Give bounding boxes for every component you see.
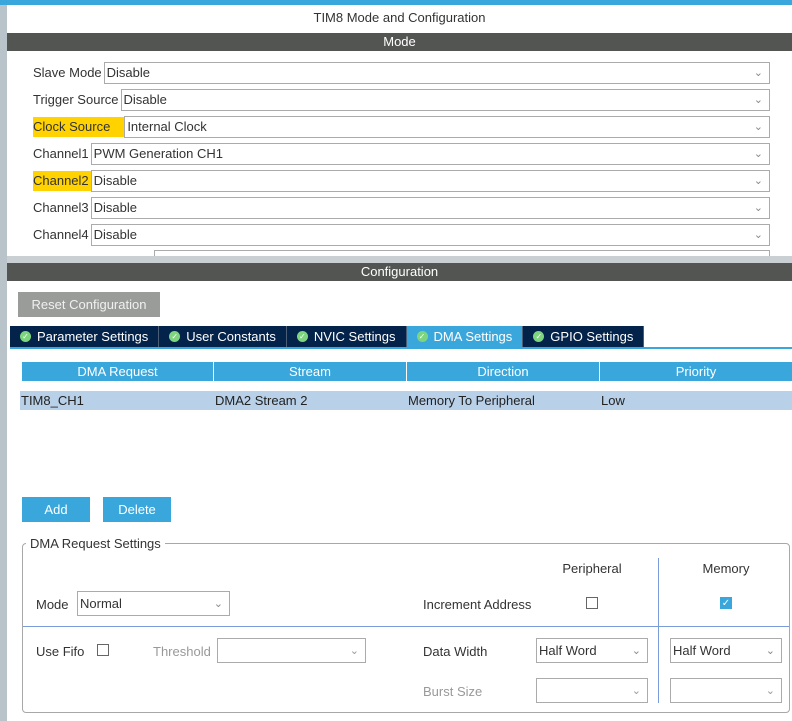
column-header[interactable]: Priority <box>600 362 792 381</box>
chevron-down-icon: ⌄ <box>631 645 641 657</box>
chevron-down-icon: ⌄ <box>753 67 763 79</box>
tab-label: NVIC Settings <box>313 329 396 344</box>
peripheral-burst-size-select[interactable]: ⌄ <box>536 678 648 703</box>
tab-nvic-settings[interactable]: ✓ NVIC Settings <box>286 326 407 347</box>
row-divider <box>23 626 789 627</box>
tab-label: DMA Settings <box>433 329 513 344</box>
threshold-select[interactable]: ⌄ <box>217 638 366 663</box>
mode-row-value: Disable <box>123 92 167 107</box>
column-header[interactable]: Direction <box>407 362 599 381</box>
mode-header: Mode <box>7 33 792 51</box>
configuration-header: Configuration <box>7 263 792 281</box>
mode-row: Channel1 PWM Generation CH1 ⌄ <box>33 143 770 165</box>
peripheral-header: Peripheral <box>562 561 622 576</box>
mode-select[interactable]: Normal ⌄ <box>77 591 230 616</box>
mode-row-value: Disable <box>93 173 138 188</box>
tab-gpio-settings[interactable]: ✓ GPIO Settings <box>523 326 645 347</box>
chevron-down-icon: ⌄ <box>753 94 763 106</box>
tab-underline <box>10 347 792 349</box>
chevron-down-icon: ⌄ <box>765 685 775 697</box>
check-circle-icon: ✓ <box>296 331 308 342</box>
burst-size-label: Burst Size <box>423 684 483 699</box>
table-cell[interactable]: TIM8_CH1 <box>20 391 214 410</box>
tab-label: Parameter Settings <box>37 329 149 344</box>
peripheral-data-width-value: Half Word <box>539 643 597 658</box>
add-button[interactable]: Add <box>22 497 90 522</box>
use-fifo-checkbox[interactable] <box>97 644 109 656</box>
column-header[interactable]: DMA Request <box>22 362 213 381</box>
peripheral-data-width-select[interactable]: Half Word ⌄ <box>536 638 648 663</box>
panel-splitter[interactable] <box>7 256 792 263</box>
threshold-label: Threshold <box>153 644 211 659</box>
memory-burst-size-select[interactable]: ⌄ <box>670 678 782 703</box>
mode-row-select[interactable]: Disable ⌄ <box>120 89 770 111</box>
check-circle-icon: ✓ <box>169 331 181 342</box>
tab-label: User Constants <box>186 329 276 344</box>
increment-address-label: Increment Address <box>423 597 532 612</box>
chevron-down-icon: ⌄ <box>213 598 223 610</box>
table-cell[interactable]: Memory To Peripheral <box>407 391 600 410</box>
mode-row-select[interactable]: Internal Clock ⌄ <box>124 116 770 138</box>
mode-row-select[interactable]: Disable ⌄ <box>90 224 770 246</box>
increment-memory-checkbox[interactable]: ✓ <box>720 597 732 609</box>
mode-row: Channel3 Disable ⌄ <box>33 197 770 219</box>
mode-value: Normal <box>80 596 122 611</box>
mode-row-select[interactable]: Disable ⌄ <box>90 197 770 219</box>
mode-row-value: Disable <box>93 227 138 242</box>
check-circle-icon: ✓ <box>20 331 31 342</box>
mode-row-label: Clock Source <box>33 117 125 137</box>
mode-label: Mode <box>36 597 69 612</box>
memory-header: Memory <box>702 561 750 576</box>
mode-row-label: Channel2 <box>33 171 91 191</box>
chevron-down-icon: ⌄ <box>349 645 359 657</box>
chevron-down-icon: ⌄ <box>753 229 763 241</box>
top-accent-bar <box>0 0 792 5</box>
mode-row-value: Disable <box>93 200 138 215</box>
mode-row-value: PWM Generation CH1 <box>93 146 223 161</box>
left-panel-edge <box>0 5 7 721</box>
delete-button[interactable]: Delete <box>103 497 171 522</box>
mode-row-label: Channel3 <box>33 200 89 215</box>
tab-label: GPIO Settings <box>550 329 634 344</box>
mode-row-label: Channel4 <box>33 227 89 242</box>
mode-row-select[interactable]: PWM Generation CH1 ⌄ <box>90 143 770 165</box>
window-title: TIM8 Mode and Configuration <box>313 10 486 25</box>
tab-user-constants[interactable]: ✓ User Constants <box>159 326 287 347</box>
mode-row-value: Disable <box>106 65 151 80</box>
chevron-down-icon: ⌄ <box>753 175 763 187</box>
table-cell[interactable]: DMA2 Stream 2 <box>214 391 407 410</box>
increment-peripheral-checkbox[interactable] <box>586 597 598 609</box>
table-cell[interactable]: Low <box>600 391 792 410</box>
mode-row-label: Channel1 <box>33 146 89 161</box>
mode-row: Channel2 Disable ⌄ <box>33 170 770 192</box>
column-divider <box>658 558 659 703</box>
mode-row: Channel4 Disable ⌄ <box>33 224 770 246</box>
chevron-down-icon: ⌄ <box>765 645 775 657</box>
mode-row-label: Slave Mode <box>33 65 102 80</box>
chevron-down-icon: ⌄ <box>753 121 763 133</box>
mode-row-value: Internal Clock <box>127 119 207 134</box>
settings-legend: DMA Request Settings <box>26 536 165 551</box>
mode-row-select[interactable]: Disable ⌄ <box>103 62 770 84</box>
config-tabs: ✓ Parameter Settings ✓ User Constants ✓ NVIC … <box>10 326 645 347</box>
check-circle-icon: ✓ <box>533 331 545 342</box>
chevron-down-icon: ⌄ <box>631 685 641 697</box>
mode-panel: Slave Mode Disable ⌄ Trigger Source Disable ⌄… <box>7 51 792 256</box>
column-header[interactable]: Stream <box>214 362 406 381</box>
chevron-down-icon: ⌄ <box>753 202 763 214</box>
mode-row-label: Trigger Source <box>33 92 119 107</box>
memory-data-width-select[interactable]: Half Word ⌄ <box>670 638 782 663</box>
mode-row: Slave Mode Disable ⌄ <box>33 62 770 84</box>
chevron-down-icon: ⌄ <box>753 148 763 160</box>
tab-parameter-settings[interactable]: ✓ Parameter Settings <box>10 326 160 347</box>
mode-row: Clock Source Internal Clock ⌄ <box>33 116 770 138</box>
use-fifo-label: Use Fifo <box>36 644 85 659</box>
tab-dma-settings[interactable]: ✓ DMA Settings <box>406 326 524 347</box>
data-width-label: Data Width <box>423 644 488 659</box>
memory-data-width-value: Half Word <box>673 643 731 658</box>
reset-configuration-button[interactable]: Reset Configuration <box>18 292 160 317</box>
check-circle-icon: ✓ <box>416 331 428 342</box>
mode-row-select[interactable]: Disable ⌄ <box>90 170 770 192</box>
mode-row: Trigger Source Disable ⌄ <box>33 89 770 111</box>
